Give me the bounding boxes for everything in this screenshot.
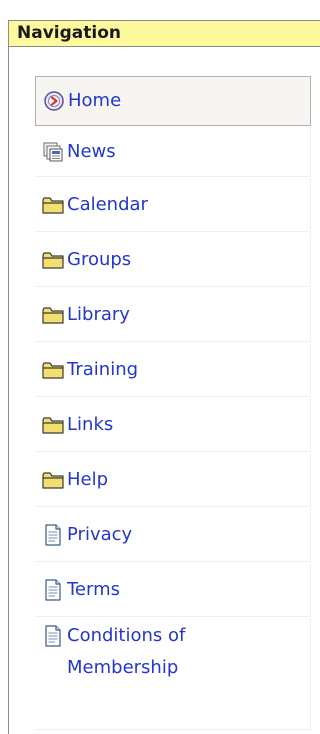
portlet-header: Navigation xyxy=(9,21,320,47)
nav-item-label: Links xyxy=(67,413,114,435)
nav-item-label: Conditions of Membership xyxy=(67,625,186,678)
navigation-portlet: Navigation Home News Calendar Groups Lib… xyxy=(8,20,320,734)
home-icon xyxy=(42,89,66,113)
nav-item-conditions-of-membership[interactable]: Conditions of Membership xyxy=(35,618,311,730)
nav-item-training[interactable]: Training xyxy=(35,343,311,397)
nav-item-label: Training xyxy=(67,358,139,380)
nav-item-label: Terms xyxy=(67,578,121,600)
nav-item-label: Privacy xyxy=(67,523,133,545)
nav-item-news[interactable]: News xyxy=(35,127,311,177)
nav-item-groups[interactable]: Groups xyxy=(35,233,311,287)
nav-item-label: Library xyxy=(67,303,130,325)
nav-item-label: News xyxy=(67,140,116,162)
nav-item-help[interactable]: Help xyxy=(35,453,311,507)
nav-item-label: Calendar xyxy=(67,193,148,215)
news-icon xyxy=(41,140,65,164)
nav-item-terms[interactable]: Terms xyxy=(35,563,311,617)
folder-icon xyxy=(41,248,65,272)
nav-item-label: Help xyxy=(67,468,109,490)
nav-item-links[interactable]: Links xyxy=(35,398,311,452)
folder-icon xyxy=(41,193,65,217)
folder-icon xyxy=(41,468,65,492)
folder-icon xyxy=(41,413,65,437)
document-icon xyxy=(41,578,65,602)
nav-item-label: Groups xyxy=(67,248,132,270)
nav-item-label: Home xyxy=(68,90,122,111)
nav-item-privacy[interactable]: Privacy xyxy=(35,508,311,562)
document-icon xyxy=(41,624,65,648)
folder-icon xyxy=(41,303,65,327)
nav-item-calendar[interactable]: Calendar xyxy=(35,178,311,232)
folder-icon xyxy=(41,358,65,382)
document-icon xyxy=(41,523,65,547)
nav-item-library[interactable]: Library xyxy=(35,288,311,342)
nav-item-home[interactable]: Home xyxy=(35,76,311,126)
